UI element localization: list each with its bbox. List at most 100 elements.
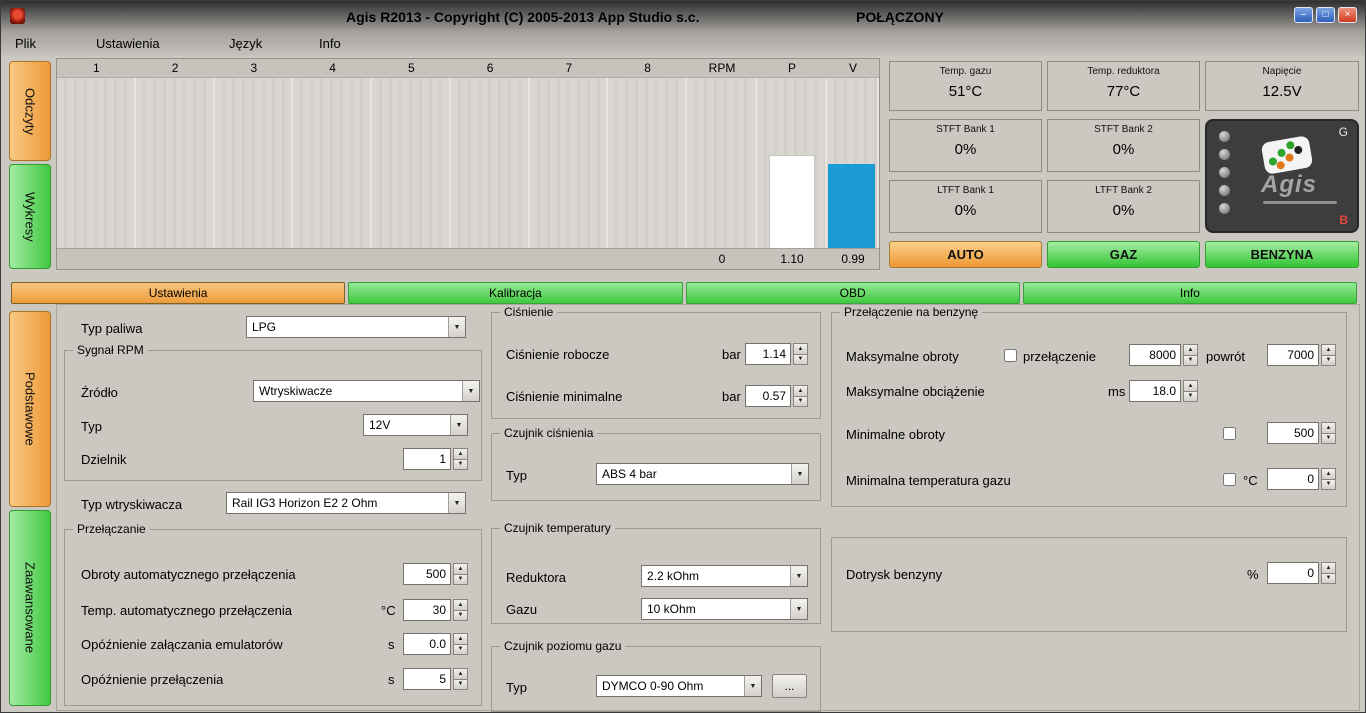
- maks-obciazenie-input[interactable]: [1129, 380, 1181, 402]
- chevron-down-icon[interactable]: ▼: [448, 317, 465, 337]
- spin-down-icon[interactable]: ▼: [793, 355, 808, 366]
- spin-up-icon[interactable]: ▲: [1183, 344, 1198, 356]
- rpm-typ-dropdown[interactable]: 12V ▼: [363, 414, 468, 436]
- menu-item-info[interactable]: Info: [319, 36, 341, 51]
- spin-up-icon[interactable]: ▲: [453, 668, 468, 680]
- chevron-down-icon[interactable]: ▼: [790, 599, 807, 619]
- przelaczenie-checkbox[interactable]: [1004, 349, 1017, 362]
- czujnik-poziomu-dropdown[interactable]: DYMCO 0-90 Ohm ▼: [596, 675, 762, 697]
- min-obroty-checkbox[interactable]: [1223, 427, 1236, 440]
- gaz-button[interactable]: GAZ: [1047, 241, 1200, 268]
- obroty-auto-input[interactable]: [403, 563, 451, 585]
- zrodlo-dropdown[interactable]: Wtryskiwacze ▼: [253, 380, 480, 402]
- spin-down-icon[interactable]: ▼: [453, 460, 468, 471]
- dzielnik-input[interactable]: [403, 448, 451, 470]
- chevron-down-icon[interactable]: ▼: [462, 381, 479, 401]
- cisnienie-robocze-input[interactable]: [745, 343, 791, 365]
- side-tab-wykresy[interactable]: Wykresy: [9, 164, 51, 269]
- maks-obciazenie-label: Maksymalne obciążenie: [846, 384, 985, 399]
- restore-button[interactable]: □: [1316, 7, 1335, 23]
- menu-item-jezyk[interactable]: Język: [229, 36, 262, 51]
- chevron-down-icon[interactable]: ▼: [450, 415, 467, 435]
- chevron-down-icon[interactable]: ▼: [791, 464, 808, 484]
- temp-auto-spinner: ▲▼: [403, 599, 468, 621]
- spin-down-icon[interactable]: ▼: [1321, 480, 1336, 491]
- min-obroty-spinner: ▲▼: [1267, 422, 1336, 444]
- side-tab-podstawowe[interactable]: Podstawowe: [9, 311, 51, 507]
- reading-value: 0%: [890, 141, 1041, 158]
- tab-ustawienia[interactable]: Ustawienia: [11, 282, 345, 304]
- przelaczenie-label: przełączenie: [1023, 349, 1096, 364]
- tab-info[interactable]: Info: [1023, 282, 1357, 304]
- cisnienie-minimalne-input[interactable]: [745, 385, 791, 407]
- reduktora-label: Reduktora: [506, 570, 566, 585]
- czujnik-poziomu-more-button[interactable]: ...: [772, 674, 807, 698]
- spin-up-icon[interactable]: ▲: [793, 385, 808, 397]
- dotrysk-spinner: ▲▼: [1267, 562, 1336, 584]
- spin-down-icon[interactable]: ▼: [1183, 356, 1198, 367]
- side-tab-zaawansowane[interactable]: Zaawansowane: [9, 510, 51, 706]
- spin-up-icon[interactable]: ▲: [453, 599, 468, 611]
- p-bar: [769, 155, 815, 249]
- cisnienie-robocze-label: Ciśnienie robocze: [506, 347, 609, 362]
- spin-up-icon[interactable]: ▲: [453, 633, 468, 645]
- menu-item-ustawienia[interactable]: Ustawienia: [96, 36, 160, 51]
- emulatory-input[interactable]: [403, 633, 451, 655]
- gazu-dropdown[interactable]: 10 kOhm ▼: [641, 598, 808, 620]
- auto-button[interactable]: AUTO: [889, 241, 1042, 268]
- chart-footer-row: 0 1.10 0.99: [57, 248, 879, 269]
- tab-obd[interactable]: OBD: [686, 282, 1020, 304]
- spin-up-icon[interactable]: ▲: [453, 563, 468, 575]
- spin-up-icon[interactable]: ▲: [1321, 422, 1336, 434]
- temp-auto-input[interactable]: [403, 599, 451, 621]
- chart-column-7: [530, 78, 609, 248]
- spin-up-icon[interactable]: ▲: [1183, 380, 1198, 392]
- dropdown-value: 12V: [364, 418, 450, 432]
- spin-up-icon[interactable]: ▲: [453, 448, 468, 460]
- powrot-input[interactable]: [1267, 344, 1319, 366]
- side-tab-odczyty[interactable]: Odczyty: [9, 61, 51, 161]
- spin-down-icon[interactable]: ▼: [453, 575, 468, 586]
- spin-down-icon[interactable]: ▼: [453, 645, 468, 656]
- chevron-down-icon[interactable]: ▼: [790, 566, 807, 586]
- chart-col-header-5: 5: [372, 59, 451, 77]
- chevron-down-icon[interactable]: ▼: [448, 493, 465, 513]
- spin-down-icon[interactable]: ▼: [1321, 434, 1336, 445]
- minimize-button[interactable]: –: [1294, 7, 1313, 23]
- spin-up-icon[interactable]: ▲: [1321, 562, 1336, 574]
- min-temp-checkbox[interactable]: [1223, 473, 1236, 486]
- spin-down-icon[interactable]: ▼: [1321, 356, 1336, 367]
- reading-label: STFT Bank 1: [890, 124, 1041, 135]
- close-button[interactable]: ×: [1338, 7, 1357, 23]
- dotrysk-input[interactable]: [1267, 562, 1319, 584]
- opoznienie-input[interactable]: [403, 668, 451, 690]
- chart-col-header-p: P: [757, 59, 827, 77]
- spin-down-icon[interactable]: ▼: [793, 397, 808, 408]
- logo-circle: [1219, 149, 1230, 160]
- dropdown-value: 2.2 kOhm: [642, 569, 790, 583]
- chart-column-4: [293, 78, 372, 248]
- spin-down-icon[interactable]: ▼: [453, 680, 468, 691]
- chart-col-header-2: 2: [136, 59, 215, 77]
- spin-up-icon[interactable]: ▲: [793, 343, 808, 355]
- min-obroty-input[interactable]: [1267, 422, 1319, 444]
- reduktora-dropdown[interactable]: 2.2 kOhm ▼: [641, 565, 808, 587]
- min-temp-input[interactable]: [1267, 468, 1319, 490]
- czujnik-cisnienia-dropdown[interactable]: ABS 4 bar ▼: [596, 463, 809, 485]
- benzyna-button[interactable]: BENZYNA: [1205, 241, 1359, 268]
- reading-label: LTFT Bank 1: [890, 185, 1041, 196]
- typ-paliwa-dropdown[interactable]: LPG ▼: [246, 316, 466, 338]
- spin-down-icon[interactable]: ▼: [1183, 392, 1198, 403]
- menu-item-plik[interactable]: Plik: [15, 36, 36, 51]
- injector-bar-chart: 1 2 3 4 5 6 7 8 RPM P V: [56, 58, 880, 270]
- tab-kalibracja[interactable]: Kalibracja: [348, 282, 682, 304]
- spin-down-icon[interactable]: ▼: [1321, 574, 1336, 585]
- reading-value: 51°C: [890, 83, 1041, 100]
- spin-up-icon[interactable]: ▲: [1321, 468, 1336, 480]
- chart-col-header-v: V: [827, 59, 879, 77]
- spin-down-icon[interactable]: ▼: [453, 611, 468, 622]
- typ-wtryskiwacza-dropdown[interactable]: Rail IG3 Horizon E2 2 Ohm ▼: [226, 492, 466, 514]
- chevron-down-icon[interactable]: ▼: [744, 676, 761, 696]
- przelaczenie-input[interactable]: [1129, 344, 1181, 366]
- spin-up-icon[interactable]: ▲: [1321, 344, 1336, 356]
